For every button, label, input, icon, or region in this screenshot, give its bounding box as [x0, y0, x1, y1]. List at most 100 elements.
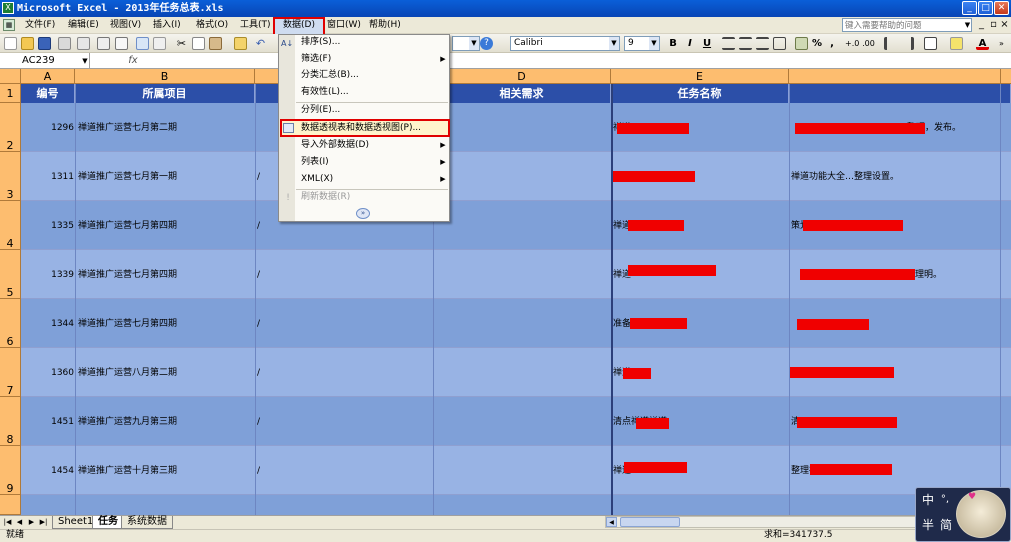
- row-header-7[interactable]: 7: [0, 348, 21, 397]
- open-icon[interactable]: [21, 37, 34, 50]
- menu-window[interactable]: 窗口(W): [324, 17, 364, 33]
- cell-id[interactable]: 1344: [21, 317, 74, 331]
- print-preview-icon[interactable]: [115, 37, 128, 50]
- toolbar-options-icon[interactable]: »: [995, 37, 1008, 50]
- row-header-3[interactable]: 3: [0, 152, 21, 201]
- header-cell-task-name[interactable]: 任务名称: [611, 84, 789, 103]
- expand-menu-icon[interactable]: »: [356, 208, 370, 219]
- column-header-d[interactable]: D: [433, 69, 611, 84]
- permission-icon[interactable]: [58, 37, 71, 50]
- help-search-input[interactable]: [842, 18, 972, 32]
- paste-icon[interactable]: [209, 37, 222, 50]
- font-color-icon[interactable]: A: [976, 37, 989, 50]
- cell-c[interactable]: /: [257, 317, 431, 331]
- row-header-9[interactable]: 9: [0, 446, 21, 495]
- align-center-icon[interactable]: [739, 37, 752, 50]
- next-sheet-icon[interactable]: ▶: [26, 516, 37, 528]
- ime-script[interactable]: 简: [938, 517, 954, 533]
- mdi-close-icon[interactable]: ×: [999, 17, 1010, 33]
- menu-item-xml[interactable]: XML(X): [296, 171, 448, 188]
- underline-button[interactable]: U: [701, 36, 713, 51]
- prev-sheet-icon[interactable]: ◀: [14, 516, 25, 528]
- mdi-minimize-icon[interactable]: _: [976, 17, 987, 33]
- menu-file[interactable]: 文件(F): [22, 17, 58, 33]
- cell-c[interactable]: /: [257, 464, 431, 478]
- menu-item-sort[interactable]: 排序(S)...: [296, 34, 448, 51]
- merge-center-icon[interactable]: [773, 37, 786, 50]
- cell-id[interactable]: 1451: [21, 415, 74, 429]
- help-icon[interactable]: ?: [480, 37, 493, 50]
- cell-project[interactable]: 禅道推广运营十月第三期: [78, 464, 253, 478]
- row-header-8[interactable]: 8: [0, 397, 21, 446]
- mdi-restore-icon[interactable]: ▫: [988, 17, 999, 33]
- copy-icon[interactable]: [192, 37, 205, 50]
- zoom-select[interactable]: ▼: [452, 36, 480, 51]
- menu-item-pivot-table[interactable]: 数据透视表和数据透视图(P)...: [296, 120, 448, 137]
- menu-item-validation[interactable]: 有效性(L)...: [296, 84, 448, 101]
- format-painter-icon[interactable]: [234, 37, 247, 50]
- spelling-icon[interactable]: [136, 37, 149, 50]
- menu-data[interactable]: 数据(D): [280, 17, 318, 33]
- scroll-left-icon[interactable]: ◀: [606, 517, 617, 527]
- cell-c[interactable]: /: [257, 268, 431, 282]
- row-header-2[interactable]: 2: [0, 103, 21, 152]
- cell-c[interactable]: /: [257, 366, 431, 380]
- cell-f[interactable]: 禅道功能大全…整理设置。: [791, 170, 1001, 184]
- menu-item-import-external-data[interactable]: 导入外部数据(D): [296, 137, 448, 154]
- sheet-tab-system-data[interactable]: 系统数据: [121, 516, 173, 529]
- menu-format[interactable]: 格式(O): [193, 17, 231, 33]
- workbook-icon[interactable]: ▦: [3, 19, 15, 31]
- row-header-5[interactable]: 5: [0, 250, 21, 299]
- print-icon[interactable]: [97, 37, 110, 50]
- menu-tools[interactable]: 工具(T): [237, 17, 274, 33]
- menu-insert[interactable]: 插入(I): [150, 17, 184, 33]
- cell-project[interactable]: 禅道推广运营七月第一期: [78, 170, 253, 184]
- menu-help[interactable]: 帮助(H): [366, 17, 404, 33]
- research-icon[interactable]: [153, 37, 166, 50]
- sheet-tab-tasks[interactable]: 任务: [92, 516, 124, 529]
- font-name-select[interactable]: Calibri ▼: [510, 36, 620, 51]
- header-cell-f[interactable]: [789, 84, 1011, 103]
- cell-project[interactable]: 禅道推广运营七月第二期: [78, 121, 253, 135]
- cell-id[interactable]: 1339: [21, 268, 74, 282]
- minimize-button[interactable]: _: [962, 1, 977, 15]
- menu-item-refresh-data[interactable]: 刷新数据(R): [296, 189, 448, 206]
- column-header-a[interactable]: A: [21, 69, 75, 84]
- row-header-10[interactable]: [0, 495, 21, 515]
- currency-icon[interactable]: [795, 37, 808, 50]
- menu-edit[interactable]: 编辑(E): [65, 17, 102, 33]
- cell-project[interactable]: 禅道推广运营七月第四期: [78, 268, 253, 282]
- maximize-button[interactable]: □: [978, 1, 993, 15]
- borders-icon[interactable]: [924, 37, 937, 50]
- ime-mode[interactable]: 半: [920, 517, 936, 533]
- cell-id[interactable]: 1335: [21, 219, 74, 233]
- decrease-decimal-icon[interactable]: .00: [862, 37, 875, 50]
- menu-view[interactable]: 视图(V): [107, 17, 144, 33]
- fx-icon[interactable]: fx: [126, 53, 140, 69]
- align-left-icon[interactable]: [722, 37, 735, 50]
- font-size-select[interactable]: 9 ▼: [624, 36, 660, 51]
- column-header-f[interactable]: [789, 69, 1001, 84]
- increase-decimal-icon[interactable]: +.0: [845, 37, 859, 50]
- cell-id[interactable]: 1360: [21, 366, 74, 380]
- cell-project[interactable]: 禅道推广运营七月第四期: [78, 317, 253, 331]
- menu-item-filter[interactable]: 筛选(F): [296, 51, 448, 68]
- italic-button[interactable]: I: [684, 36, 696, 51]
- ime-lang[interactable]: 中: [920, 492, 936, 508]
- column-header-b[interactable]: B: [75, 69, 255, 84]
- column-header-e[interactable]: E: [611, 69, 789, 84]
- cell-c[interactable]: /: [257, 415, 431, 429]
- menu-item-list[interactable]: 列表(I): [296, 154, 448, 171]
- chevron-down-icon[interactable]: ▼: [80, 53, 90, 69]
- header-cell-requirement[interactable]: 相关需求: [433, 84, 611, 103]
- row-header-6[interactable]: 6: [0, 299, 21, 348]
- cell-id[interactable]: 1311: [21, 170, 74, 184]
- cut-icon[interactable]: ✂: [175, 37, 188, 50]
- undo-icon[interactable]: ↶: [254, 37, 267, 50]
- comma-button[interactable]: ,: [827, 36, 837, 51]
- bold-button[interactable]: B: [667, 36, 679, 51]
- menu-item-subtotals[interactable]: 分类汇总(B)...: [296, 67, 448, 84]
- cell-project[interactable]: 禅道推广运营八月第二期: [78, 366, 253, 380]
- row-header-4[interactable]: 4: [0, 201, 21, 250]
- last-sheet-icon[interactable]: ▶|: [38, 516, 49, 528]
